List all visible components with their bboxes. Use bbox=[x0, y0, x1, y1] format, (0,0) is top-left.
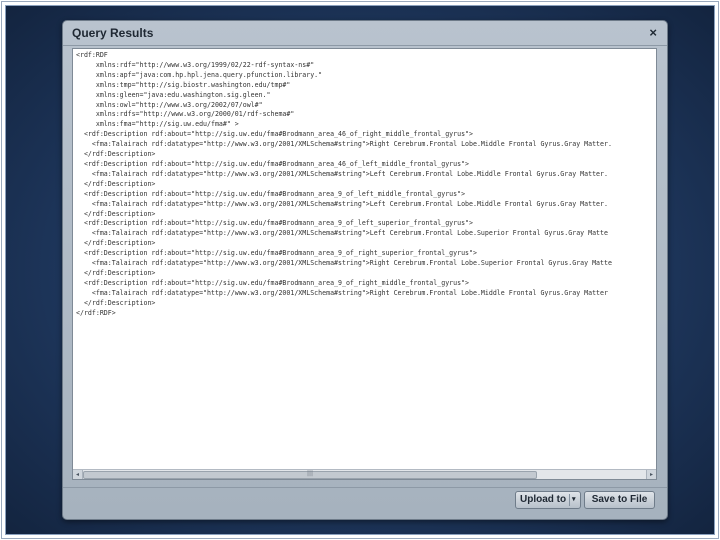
footer-divider bbox=[63, 487, 667, 488]
scroll-left-icon[interactable]: ◂ bbox=[73, 470, 83, 479]
rdf-line: <fma:Talairach rdf:datatype="http://www.… bbox=[76, 140, 612, 149]
rdf-line: </rdf:RDF> bbox=[76, 308, 116, 317]
rdf-line: <rdf:Description rdf:about="http://sig.u… bbox=[76, 219, 473, 228]
save-to-file-label: Save to File bbox=[591, 494, 648, 505]
rdf-line: <rdf:RDF bbox=[76, 51, 108, 59]
chevron-down-icon[interactable]: ▾ bbox=[572, 495, 576, 503]
query-results-dialog: Query Results × <rdf:RDF xmlns:rdf="http… bbox=[62, 20, 668, 520]
rdf-line: </rdf:Description> bbox=[76, 150, 156, 159]
upload-to-label: Upload to bbox=[520, 494, 567, 505]
dialog-title: Query Results bbox=[72, 26, 154, 40]
rdf-line: xmlns:rdf="http://www.w3.org/1999/02/22-… bbox=[76, 60, 315, 69]
rdf-line: <fma:Talairach rdf:datatype="http://www.… bbox=[76, 169, 608, 178]
rdf-output: <rdf:RDF xmlns:rdf="http://www.w3.org/19… bbox=[76, 51, 654, 473]
rdf-line: <rdf:Description rdf:about="http://sig.u… bbox=[76, 159, 470, 168]
rdf-line: <fma:Talairach rdf:datatype="http://www.… bbox=[76, 199, 608, 208]
rdf-line: xmlns:rdfs="http://www.w3.org/2000/01/rd… bbox=[76, 110, 295, 119]
rdf-line: <rdf:Description rdf:about="http://sig.u… bbox=[76, 130, 473, 139]
save-to-file-button[interactable]: Save to File bbox=[584, 491, 655, 509]
split-divider bbox=[569, 494, 570, 506]
upload-to-button[interactable]: Upload to ▾ bbox=[515, 491, 581, 509]
dialog-titlebar[interactable]: Query Results × bbox=[63, 21, 667, 46]
scroll-right-icon[interactable]: ▸ bbox=[646, 470, 656, 479]
rdf-line: <fma:Talairach rdf:datatype="http://www.… bbox=[76, 229, 608, 238]
rdf-line: <rdf:Description rdf:about="http://sig.u… bbox=[76, 249, 477, 258]
rdf-line: </rdf:Description> bbox=[76, 179, 156, 188]
rdf-line: </rdf:Description> bbox=[76, 209, 156, 218]
rdf-line: </rdf:Description> bbox=[76, 268, 156, 277]
grip-icon: ||| bbox=[306, 470, 314, 477]
results-text-area[interactable]: <rdf:RDF xmlns:rdf="http://www.w3.org/19… bbox=[72, 48, 657, 480]
horizontal-scrollbar[interactable]: ◂ ||| ▸ bbox=[73, 469, 656, 479]
rdf-line: xmlns:owl="http://www.w3.org/2002/07/owl… bbox=[76, 100, 263, 109]
rdf-line: xmlns:tmp="http://sig.biostr.washington.… bbox=[76, 80, 291, 89]
rdf-line: <rdf:Description rdf:about="http://sig.u… bbox=[76, 278, 470, 287]
rdf-line: </rdf:Description> bbox=[76, 239, 156, 248]
rdf-line: xmlns:gleen="java:edu.washington.sig.gle… bbox=[76, 90, 271, 99]
rdf-line: <fma:Talairach rdf:datatype="http://www.… bbox=[76, 288, 608, 297]
scrollbar-thumb[interactable]: ||| bbox=[83, 470, 537, 479]
rdf-line: xmlns:apf="java:com.hp.hpl.jena.query.pf… bbox=[76, 70, 323, 79]
rdf-line: <rdf:Description rdf:about="http://sig.u… bbox=[76, 189, 466, 198]
rdf-line: </rdf:Description> bbox=[76, 298, 156, 307]
rdf-line: xmlns:fma="http://sig.uw.edu/fma#" > bbox=[76, 120, 239, 129]
close-icon[interactable]: × bbox=[649, 25, 657, 40]
rdf-line: <fma:Talairach rdf:datatype="http://www.… bbox=[76, 259, 612, 268]
